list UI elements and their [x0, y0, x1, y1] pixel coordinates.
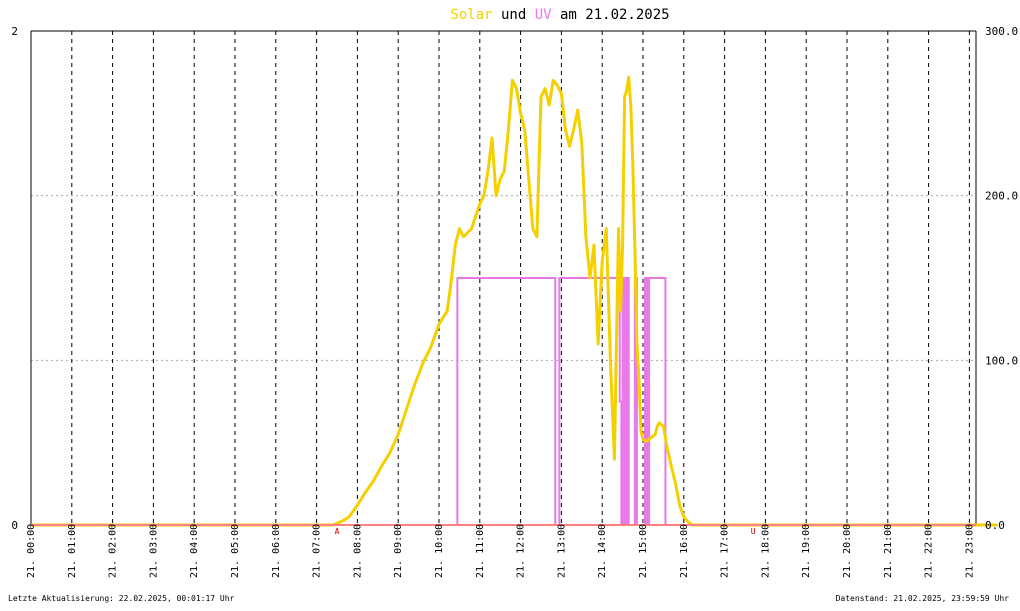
x-tick-label: 21. 17:00: [720, 524, 731, 578]
x-tick-label: 21. 20:00: [842, 524, 853, 578]
title-date: am 21.02.2025: [552, 7, 670, 23]
x-tick-label: 21. 01:00: [67, 524, 78, 578]
x-tick-label: 21. 14:00: [597, 524, 608, 578]
chart-title: Solar und UV am 21.02.2025: [450, 7, 669, 23]
title-und: und: [493, 7, 535, 23]
x-tick-label: 21. 21:00: [883, 524, 894, 578]
x-tick-label: 21. 23:00: [964, 524, 975, 578]
x-tick-label: 21. 11:00: [475, 524, 486, 578]
x-tick-label: 21. 15:00: [638, 524, 649, 578]
left-axis-tick-label: 0: [11, 519, 18, 532]
x-tick-label: 21. 19:00: [801, 524, 812, 578]
x-tick-label: 21. 12:00: [516, 524, 527, 578]
solar-uv-chart: 21. 00:00 21. 01:00 21. 02:00 21. 03:00 21. …: [0, 0, 1020, 606]
x-tick-label: 21. 08:00: [352, 524, 363, 578]
x-tick-label: 21. 09:00: [393, 524, 404, 578]
sun-marker-label: U: [751, 527, 756, 536]
title-uv: UV: [535, 7, 552, 23]
right-axis-tick-label: 100.0: [985, 354, 1018, 367]
x-tick-label: 21. 07:00: [312, 524, 323, 578]
x-tick-label: 21. 16:00: [679, 524, 690, 578]
x-tick-label: 21. 04:00: [189, 524, 200, 578]
x-tick-label: 21. 05:00: [230, 524, 241, 578]
sun-marker-label: A: [335, 527, 340, 536]
x-tick-label: 21. 22:00: [924, 524, 935, 578]
chart-container: 21. 00:00 21. 01:00 21. 02:00 21. 03:00 21. …: [0, 0, 1020, 606]
right-axis-tick-label: 0.0: [985, 519, 1005, 532]
right-axis-tick-label: 300.0: [985, 25, 1018, 38]
footer-data-status: Datenstand: 21.02.2025, 23:59:59 Uhr: [836, 594, 1010, 603]
title-solar: Solar: [450, 7, 492, 23]
x-tick-label: 21. 18:00: [760, 524, 771, 578]
x-tick-label: 21. 03:00: [148, 524, 159, 578]
x-tick-label: 21. 10:00: [434, 524, 445, 578]
right-axis-tick-label: 200.0: [985, 190, 1018, 203]
x-tick-label: 21. 06:00: [271, 524, 282, 578]
left-axis-tick-label: 2: [11, 25, 18, 38]
x-tick-label: 21. 00:00: [26, 524, 37, 578]
x-tick-label: 21. 02:00: [108, 524, 119, 578]
x-tick-label: 21. 13:00: [556, 524, 567, 578]
footer-last-update: Letzte Aktualisierung: 22.02.2025, 00:01…: [8, 594, 235, 603]
